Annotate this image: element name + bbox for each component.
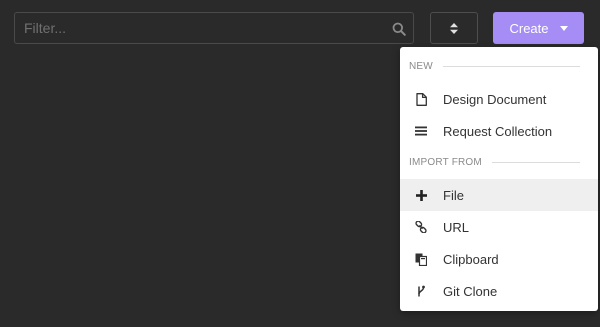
menu-item-label: Git Clone xyxy=(443,283,498,299)
menu-item-label: Clipboard xyxy=(443,251,499,267)
menu-item-label: File xyxy=(443,187,464,203)
plus-icon xyxy=(414,188,428,202)
chevron-down-icon xyxy=(559,26,568,31)
section-header-label: IMPORT FROM xyxy=(409,156,482,168)
menu-item-git-clone[interactable]: Git Clone xyxy=(400,275,598,307)
menu-item-file[interactable]: File xyxy=(400,179,598,211)
git-branch-icon xyxy=(414,284,428,298)
menu-item-label: URL xyxy=(443,219,470,235)
filter-input[interactable] xyxy=(15,13,413,43)
filter-field[interactable] xyxy=(14,12,414,44)
create-button-label: Create xyxy=(509,20,549,36)
menu-item-label: Request Collection xyxy=(443,123,553,139)
search-icon[interactable] xyxy=(392,22,406,36)
workspace-toolbar-area: Create NEW Design Document xyxy=(0,0,600,327)
menu-item-clipboard[interactable]: Clipboard xyxy=(400,243,598,275)
menu-item-url[interactable]: URL xyxy=(400,211,598,243)
link-icon xyxy=(414,220,428,234)
divider xyxy=(442,65,580,67)
clipboard-icon xyxy=(414,252,428,266)
section-header-label: NEW xyxy=(409,60,433,72)
section-header-import: IMPORT FROM xyxy=(409,154,580,170)
menu-item-label: Design Document xyxy=(443,91,547,107)
menu-item-request-collection[interactable]: Request Collection xyxy=(400,115,598,147)
create-dropdown-menu: NEW Design Document Request Collection I… xyxy=(400,47,598,311)
sort-button[interactable] xyxy=(430,12,478,44)
create-button[interactable]: Create xyxy=(493,12,584,44)
sort-icon xyxy=(450,22,458,34)
section-header-new: NEW xyxy=(409,58,580,74)
document-icon xyxy=(414,92,428,106)
menu-item-design-document[interactable]: Design Document xyxy=(400,83,598,115)
hamburger-list-icon xyxy=(414,124,428,138)
divider xyxy=(491,161,580,163)
